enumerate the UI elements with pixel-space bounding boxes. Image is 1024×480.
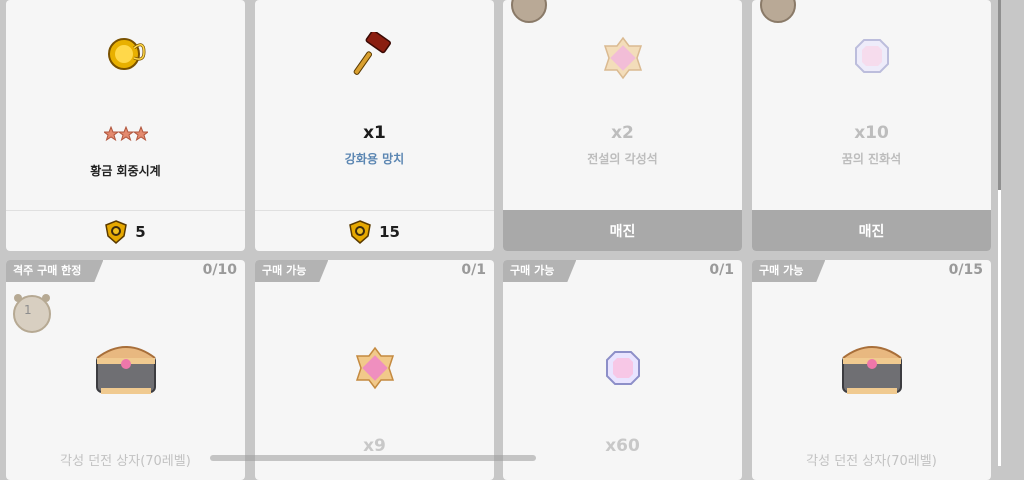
item-quantity: x60: [605, 436, 640, 456]
star-rating-icon: [103, 126, 148, 142]
buy-button[interactable]: 5: [6, 210, 245, 251]
item-quantity: x9: [363, 436, 386, 456]
shop-item-card[interactable]: 구매 가능 0/1 x60: [503, 260, 742, 480]
purchase-limit-tag: 구매 가능: [752, 260, 825, 282]
item-name: 각성 던전 상자(70레벨): [60, 454, 191, 469]
item-name: 황금 회중시계: [90, 164, 161, 178]
purchase-limit-tag: 구매 가능: [255, 260, 328, 282]
shop-item-card[interactable]: x1 강화용 망치 15: [255, 0, 494, 251]
dungeon-chest-icon: [95, 346, 156, 394]
horizontal-scrollbar[interactable]: [210, 455, 536, 461]
item-name: 꿈의 진화석: [841, 152, 902, 166]
item-name: 각성 던전 상자(70레벨): [806, 454, 937, 469]
item-quantity: x1: [363, 123, 386, 143]
sold-out-button: 매진: [503, 210, 742, 251]
shop-item-card[interactable]: 격주 구매 한정 0/10 1 각성 던전 상자(70레벨): [6, 260, 245, 480]
evolution-stone-icon: [605, 351, 640, 385]
alarm-clock-icon: [13, 294, 51, 333]
purchase-count: 0/15: [948, 262, 983, 278]
evolution-stone-icon: [854, 39, 889, 73]
shop-item-card: x2 전설의 각성석 매진: [503, 0, 742, 251]
item-name: 전설의 각성석: [587, 152, 658, 166]
purchase-count: 0/1: [461, 262, 486, 278]
clock-label: 1: [24, 303, 32, 317]
shop-item-card: x10 꿈의 진화석 매진: [752, 0, 991, 251]
gold-pocket-watch-icon: [107, 38, 146, 70]
alarm-clock-icon: [511, 0, 547, 23]
purchase-limit-tag: 구매 가능: [503, 260, 576, 282]
shop-item-card[interactable]: 구매 가능 0/1 x9: [255, 260, 494, 480]
awakening-stone-icon: [355, 346, 394, 390]
item-name: 강화용 망치: [344, 152, 405, 166]
item-quantity: x10: [854, 123, 889, 143]
purchase-count: 0/10: [202, 262, 237, 278]
shield-currency-icon: [349, 219, 371, 244]
price-value: 5: [135, 222, 146, 241]
buy-button[interactable]: 15: [255, 210, 494, 251]
purchase-limit-tag: 격주 구매 한정: [6, 260, 103, 282]
price-value: 15: [379, 222, 400, 241]
dungeon-chest-icon: [841, 346, 902, 394]
vertical-scrollbar-thumb[interactable]: [998, 0, 1001, 190]
shield-currency-icon: [105, 219, 128, 244]
alarm-clock-icon: [760, 0, 796, 23]
purchase-count: 0/1: [709, 262, 734, 278]
hammer-icon: [353, 32, 391, 75]
item-quantity: x2: [611, 123, 634, 143]
awakening-stone-icon: [603, 36, 642, 80]
sold-out-button: 매진: [752, 210, 991, 251]
shop-item-card[interactable]: 구매 가능 0/15 각성 던전 상자(70레벨): [752, 260, 991, 480]
shop-item-card[interactable]: 황금 회중시계 5: [6, 0, 245, 251]
